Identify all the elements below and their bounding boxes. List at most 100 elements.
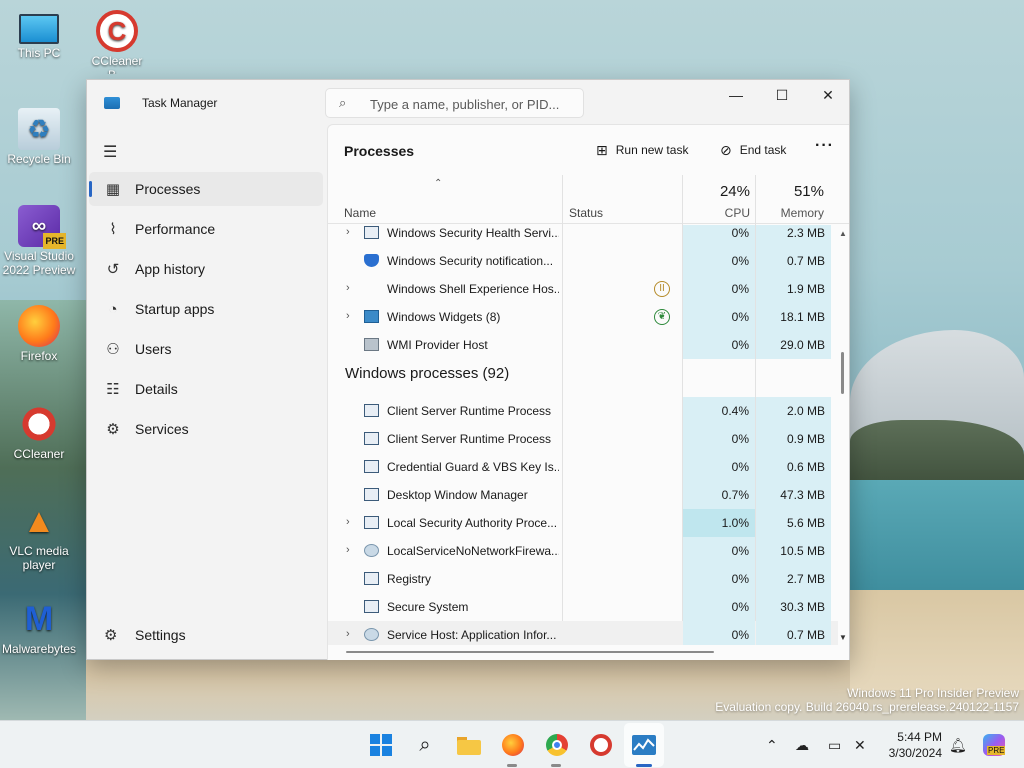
scroll-down-icon[interactable]: ▼ [839,633,847,642]
expand-chevron-icon[interactable]: › [346,544,350,556]
sidebar-item-processes[interactable]: ▦ Processes [89,172,323,206]
copilot-pre-badge: PRE [987,746,1006,755]
process-row[interactable]: › Local Security Authority Proce... 1.0% 5.… [328,509,838,537]
column-name[interactable]: Name [344,206,376,220]
process-row[interactable]: › Windows Security Health Servi... 0% 2.3 M… [328,225,838,247]
task-manager-icon[interactable] [630,731,658,759]
desktop-icon-visual-studio[interactable]: ∞ PRE Visual Studio 2022 Preview [0,205,79,277]
run-new-task-button[interactable]: ⊞ Run new task [596,139,688,161]
horizontal-scrollbar-thumb[interactable] [346,651,714,653]
task-manager-active-indicator [636,764,652,767]
expand-chevron-icon[interactable]: › [346,628,350,640]
process-widget-icon [364,310,379,323]
scroll-up-icon[interactable]: ▲ [839,229,847,238]
process-row[interactable]: Credential Guard & VBS Key Is... 0% 0.6 MB [328,453,838,481]
sidebar-item-users[interactable]: ⚇ Users [89,332,323,366]
desktop-icon-ccleaner[interactable]: CCleaner [0,403,79,461]
group-header-windows-processes[interactable]: Windows processes (92) [328,361,838,397]
scrollbar-thumb[interactable] [841,352,844,394]
notifications-bell-icon[interactable]: 🔔︎ [949,737,967,754]
column-status[interactable]: Status [569,206,603,220]
desktop-icon-this-pc[interactable]: This PC [0,10,79,60]
process-row[interactable]: Secure System 0% 30.3 MB [328,593,838,621]
volume-muted-icon[interactable]: ✕ [854,737,866,754]
system-clock[interactable]: 5:44 PM 3/30/2024 [880,729,942,761]
end-task-icon: ⊘ [720,141,732,158]
process-app-icon [364,600,379,613]
hamburger-menu-icon[interactable]: ☰ [103,142,117,162]
cpu-cell: 1.0% [683,509,755,537]
process-row[interactable]: Desktop Window Manager 0.7% 47.3 MB [328,481,838,509]
desktop-icon-label: Firefox [20,349,58,363]
process-row[interactable]: › Windows Widgets (8) ❦ 0% 18.1 MB [328,303,838,331]
cpu-total[interactable]: 24% [698,183,750,200]
show-hidden-icons-chevron-icon[interactable]: ⌃ [766,737,778,754]
process-row[interactable]: Client Server Runtime Process 0.4% 2.0 MB [328,397,838,425]
column-cpu[interactable]: CPU [698,206,750,220]
vertical-scrollbar[interactable]: ▲ ▼ [837,225,849,645]
desktop-icon-recycle-bin[interactable]: ♻ Recycle Bin [0,108,79,166]
cpu-cell: 0% [683,565,755,593]
process-row[interactable]: WMI Provider Host 0% 29.0 MB [328,331,838,359]
maximize-button[interactable]: ☐ [759,80,805,110]
expand-chevron-icon[interactable]: › [346,282,350,294]
history-icon: ↺ [106,261,120,278]
process-row[interactable]: › LocalServiceNoNetworkFirewa... 0% 10.5 MB [328,537,838,565]
process-wmi-icon [364,338,379,351]
process-name: Local Security Authority Proce... [387,516,558,530]
process-row[interactable]: Client Server Runtime Process 0% 0.9 MB [328,425,838,453]
sidebar-item-app-history[interactable]: ↺ App history [89,252,323,286]
task-manager-window: Task Manager ⌕ — ☐ ✕ ☰ ▦ Processes ⌇ Per… [86,79,850,660]
desktop-icon-sublabel: B... [77,68,157,74]
column-memory[interactable]: Memory [760,206,824,220]
more-options-button[interactable]: ··· [815,137,834,155]
sidebar-item-settings[interactable]: ⚙ Settings [89,618,323,652]
process-row[interactable]: › Service Host: Application Infor... 0% 0.7… [328,621,838,645]
process-row[interactable]: Registry 0% 2.7 MB [328,565,838,593]
ccleaner-icon[interactable] [587,731,615,759]
title-bar[interactable]: Task Manager ⌕ — ☐ ✕ [87,80,849,124]
process-shield-icon [364,254,379,267]
process-gear-icon [364,628,379,641]
process-name: Credential Guard & VBS Key Is... [387,460,559,474]
firefox-icon[interactable] [499,731,527,759]
process-row[interactable]: Windows Security notification... 0% 0.7 MB [328,247,838,275]
memory-cell: 47.3 MB [756,481,831,509]
copilot-icon[interactable]: PRE [980,731,1008,759]
minimize-button[interactable]: — [713,80,759,110]
desktop-icon-ccleaner-shortcut[interactable]: C CCleaner B... [77,10,157,74]
sidebar-item-details[interactable]: ☷ Details [89,372,323,406]
process-name: Secure System [387,600,469,614]
end-task-button[interactable]: ⊘ End task [720,139,786,161]
memory-cell: 2.0 MB [756,397,831,425]
expand-chevron-icon[interactable]: › [346,226,350,238]
desktop-icon-malwarebytes[interactable]: M Malwarebytes [0,598,79,656]
desktop-wallpaper-sand [850,590,1024,690]
expand-chevron-icon[interactable]: › [346,516,350,528]
onedrive-offline-icon[interactable]: ☁ [795,737,809,754]
search-input[interactable] [370,95,575,113]
start-icon[interactable] [367,731,395,759]
file-explorer-icon[interactable] [455,731,483,759]
chrome-icon[interactable] [543,731,571,759]
expand-chevron-icon[interactable]: › [346,310,350,322]
process-list: › Windows Security Health Servi... 0% 2.3 M… [328,225,838,645]
memory-total[interactable]: 51% [760,183,824,200]
sidebar-item-label: Details [135,381,178,397]
network-icon[interactable]: ▭ [828,737,841,754]
run-task-icon: ⊞ [596,141,608,158]
desktop-icon-vlc[interactable]: ▲ VLC media player [0,500,79,572]
efficiency-mode-leaf-icon: ❦ [654,309,670,325]
clock-date: 3/30/2024 [888,746,942,760]
process-row[interactable]: › Windows Shell Experience Hos... II 0% 1.9 … [328,275,838,303]
close-button[interactable]: ✕ [805,80,851,110]
startup-icon: ◔ [108,300,118,318]
sidebar-item-startup-apps[interactable]: ◔ Startup apps [89,292,323,326]
sidebar-item-performance[interactable]: ⌇ Performance [89,212,323,246]
settings-gear-icon: ⚙ [104,627,118,644]
chrome-running-indicator [551,764,561,767]
desktop-icon-firefox[interactable]: Firefox [0,305,79,363]
search-box[interactable]: ⌕ [325,88,584,118]
search-icon[interactable]: ⌕ [411,731,439,759]
sidebar-item-services[interactable]: ⚙ Services [89,412,323,446]
